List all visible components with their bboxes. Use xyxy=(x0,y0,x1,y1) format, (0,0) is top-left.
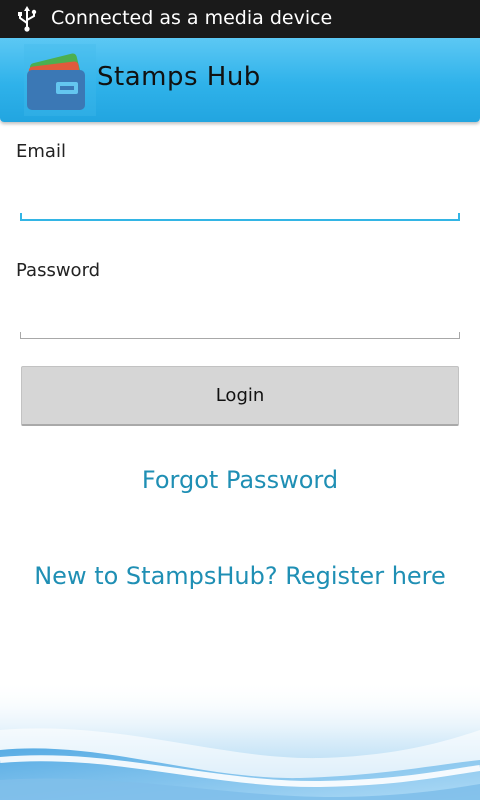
password-field-underline xyxy=(20,332,460,339)
register-link[interactable]: New to StampsHub? Register here xyxy=(0,562,480,590)
app-bar: Stamps Hub xyxy=(0,38,480,122)
login-button-label: Login xyxy=(215,385,265,406)
email-field[interactable] xyxy=(20,183,460,217)
login-button[interactable]: Login xyxy=(21,366,459,426)
status-bar: Connected as a media device xyxy=(0,0,480,38)
wallet-cards-icon xyxy=(24,44,96,116)
password-field[interactable] xyxy=(20,302,460,336)
app-title: Stamps Hub xyxy=(97,62,261,92)
password-label: Password xyxy=(16,260,101,281)
status-text: Connected as a media device xyxy=(51,7,333,29)
email-field-underline xyxy=(20,213,460,221)
email-label: Email xyxy=(16,141,66,162)
wave-background xyxy=(0,680,480,800)
forgot-password-link[interactable]: Forgot Password xyxy=(0,466,480,494)
usb-icon xyxy=(16,6,38,32)
